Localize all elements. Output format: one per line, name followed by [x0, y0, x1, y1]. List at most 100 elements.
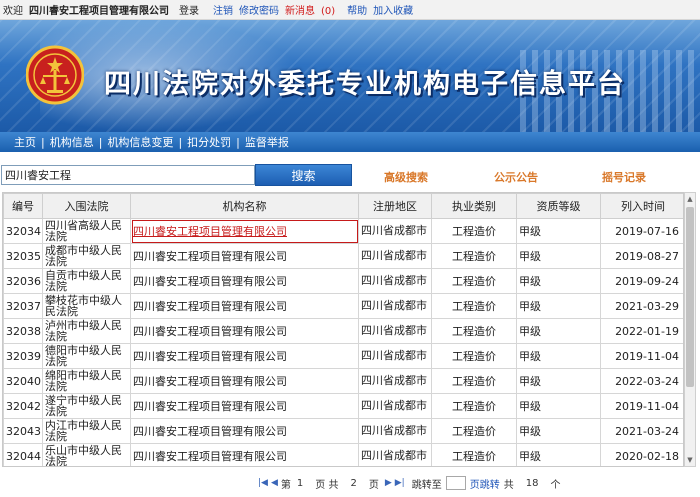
last-page-icon[interactable]: ▶|: [395, 478, 405, 488]
cell-id: 32035: [3, 243, 43, 269]
nav-item-home[interactable]: 主页: [14, 134, 36, 150]
cell-id: 32042: [3, 393, 43, 419]
scroll-up-icon[interactable]: ▲: [685, 194, 695, 204]
first-page-icon[interactable]: |◀: [258, 478, 268, 488]
table-row[interactable]: 32044 乐山市中级人民法院 四川睿安工程项目管理有限公司 四川省成都市 工程造价 甲级…: [3, 443, 683, 466]
cell-org-name[interactable]: 四川睿安工程项目管理有限公司: [130, 393, 359, 419]
cell-level: 甲级: [516, 243, 601, 269]
next-page-icon[interactable]: ▶: [385, 478, 392, 488]
col-header-region: 注册地区: [358, 193, 432, 219]
table-row[interactable]: 32036 自贡市中级人民法院 四川睿安工程项目管理有限公司 四川省成都市 工程造价 甲级…: [3, 268, 683, 294]
logout-link[interactable]: 注销: [213, 2, 233, 17]
prev-page-icon[interactable]: ◀: [271, 478, 278, 488]
current-page: 1: [296, 477, 304, 489]
cell-court: 内江市中级人民法院: [42, 418, 131, 444]
scroll-down-icon[interactable]: ▼: [685, 455, 695, 465]
total-label: 共: [503, 479, 514, 491]
table-body: 32034 四川省高级人民法院 四川睿安工程项目管理有限公司 四川省成都市 工程造价 甲级…: [3, 218, 683, 466]
cell-org-name[interactable]: 四川睿安工程项目管理有限公司: [130, 243, 359, 269]
cell-level: 甲级: [516, 268, 601, 294]
cell-level: 甲级: [516, 293, 601, 319]
col-header-court: 入围法院: [42, 193, 131, 219]
cell-id: 32034: [3, 218, 43, 244]
cell-category: 工程造价: [431, 243, 517, 269]
table-row[interactable]: 32038 泸州市中级人民法院 四川睿安工程项目管理有限公司 四川省成都市 工程造价 甲级…: [3, 318, 683, 344]
table-row[interactable]: 32042 遂宁市中级人民法院 四川睿安工程项目管理有限公司 四川省成都市 工程造价 甲级…: [3, 393, 683, 419]
org-table-container: 编号 入围法院 机构名称 注册地区 执业类别 资质等级 列入时间 32034 四川省高级人民法…: [2, 192, 684, 467]
org-table: 编号 入围法院 机构名称 注册地区 执业类别 资质等级 列入时间 32034 四川省高级人民法…: [3, 193, 683, 466]
pagination: |◀ ◀ 第 1 页 共 2 页 ▶ ▶| 跳转至 页跳转 共 18 个: [258, 475, 566, 491]
cell-court: 乐山市中级人民法院: [42, 443, 131, 466]
cell-org-name[interactable]: 四川睿安工程项目管理有限公司: [130, 218, 359, 244]
count-unit: 个: [550, 479, 561, 491]
login-link[interactable]: 登录: [179, 2, 199, 17]
cell-date: 2022-01-19: [600, 318, 683, 344]
cell-court: 绵阳市中级人民法院: [42, 368, 131, 394]
table-row[interactable]: 32037 攀枝花市中级人民法院 四川睿安工程项目管理有限公司 四川省成都市 工程造价甲…: [3, 293, 683, 319]
cell-court: 自贡市中级人民法院: [42, 268, 131, 294]
header-banner: 四川法院对外委托专业机构电子信息平台: [0, 20, 700, 132]
cell-date: 2019-08-27: [600, 243, 683, 269]
page-unit: 页 共: [315, 479, 339, 491]
cell-org-name[interactable]: 四川睿安工程项目管理有限公司: [130, 443, 359, 466]
cell-id: 32036: [3, 268, 43, 294]
cell-region: 四川省成都市: [358, 243, 432, 269]
jump-go-link[interactable]: 页跳转: [470, 476, 500, 491]
advanced-search-link[interactable]: 高级搜索: [384, 169, 428, 185]
cell-court: 四川省高级人民法院: [42, 218, 131, 244]
cell-date: 2019-09-24: [600, 268, 683, 294]
cell-court: 泸州市中级人民法院: [42, 318, 131, 344]
new-messages-link[interactable]: 新消息 (0): [285, 2, 341, 17]
cell-region: 四川省成都市: [358, 418, 432, 444]
cell-org-name[interactable]: 四川睿安工程项目管理有限公司: [130, 318, 359, 344]
top-user-bar: 欢迎 四川睿安工程项目管理有限公司 登录 注销 修改密码 新消息 (0) 帮助 加…: [0, 0, 700, 20]
platform-title: 四川法院对外委托专业机构电子信息平台: [104, 69, 626, 100]
help-link[interactable]: 帮助: [347, 2, 367, 17]
search-input[interactable]: [1, 165, 255, 185]
nav-item-penalty[interactable]: 扣分处罚: [187, 134, 231, 150]
search-button[interactable]: 搜索: [255, 164, 352, 186]
nav-item-report[interactable]: 监督举报: [245, 134, 289, 150]
cell-id: 32043: [3, 418, 43, 444]
cell-category: 工程造价: [431, 368, 517, 394]
change-password-link[interactable]: 修改密码: [239, 2, 279, 17]
cell-org-name[interactable]: 四川睿安工程项目管理有限公司: [130, 268, 359, 294]
cell-level: 甲级: [516, 318, 601, 344]
cell-level: 甲级: [516, 368, 601, 394]
main-nav: 主页 | 机构信息 | 机构信息变更 | 扣分处罚 | 监督举报: [0, 132, 700, 152]
cell-org-name[interactable]: 四川睿安工程项目管理有限公司: [130, 343, 359, 369]
cell-org-name[interactable]: 四川睿安工程项目管理有限公司: [130, 293, 359, 319]
table-scrollbar[interactable]: ▲ ▼: [684, 192, 696, 467]
nav-item-org-change[interactable]: 机构信息变更: [107, 134, 173, 150]
cell-category: 工程造价: [431, 443, 517, 466]
cell-date: 2021-03-24: [600, 418, 683, 444]
table-row[interactable]: 32034 四川省高级人民法院 四川睿安工程项目管理有限公司 四川省成都市 工程造价 甲级…: [3, 218, 683, 244]
col-header-date: 列入时间: [600, 193, 683, 219]
nav-item-org-info[interactable]: 机构信息: [50, 134, 94, 150]
cell-category: 工程造价: [431, 218, 517, 244]
col-header-id: 编号: [3, 193, 43, 219]
welcome-text: 欢迎: [3, 6, 23, 17]
lottery-record-link[interactable]: 摇号记录: [602, 169, 646, 185]
table-row[interactable]: 32035 成都市中级人民法院 四川睿安工程项目管理有限公司 四川省成都市 工程造价 甲级…: [3, 243, 683, 269]
table-row[interactable]: 32040 绵阳市中级人民法院 四川睿安工程项目管理有限公司 四川省成都市 工程造价 甲级…: [3, 368, 683, 394]
table-row[interactable]: 32039 德阳市中级人民法院 四川睿安工程项目管理有限公司 四川省成都市 工程造价 甲级…: [3, 343, 683, 369]
scroll-thumb[interactable]: [686, 207, 694, 387]
add-favorite-link[interactable]: 加入收藏: [373, 2, 413, 17]
cell-id: 32039: [3, 343, 43, 369]
cell-org-name[interactable]: 四川睿安工程项目管理有限公司: [130, 418, 359, 444]
notice-link[interactable]: 公示公告: [494, 169, 538, 185]
cell-date: 2019-11-04: [600, 343, 683, 369]
cell-court: 攀枝花市中级人民法院: [42, 293, 131, 319]
new-messages-label: 新消息: [285, 6, 315, 17]
org-name-link[interactable]: 四川睿安工程项目管理有限公司: [133, 225, 287, 238]
cell-region: 四川省成都市: [358, 393, 432, 419]
jump-label: 跳转至: [411, 479, 442, 491]
new-messages-count: (0): [321, 6, 336, 17]
cell-court: 德阳市中级人民法院: [42, 343, 131, 369]
cell-category: 工程造价: [431, 393, 517, 419]
table-row[interactable]: 32043 内江市中级人民法院 四川睿安工程项目管理有限公司 四川省成都市 工程造价 甲级…: [3, 418, 683, 444]
cell-org-name[interactable]: 四川睿安工程项目管理有限公司: [130, 368, 359, 394]
cell-level: 甲级: [516, 343, 601, 369]
jump-page-input[interactable]: [445, 476, 466, 490]
